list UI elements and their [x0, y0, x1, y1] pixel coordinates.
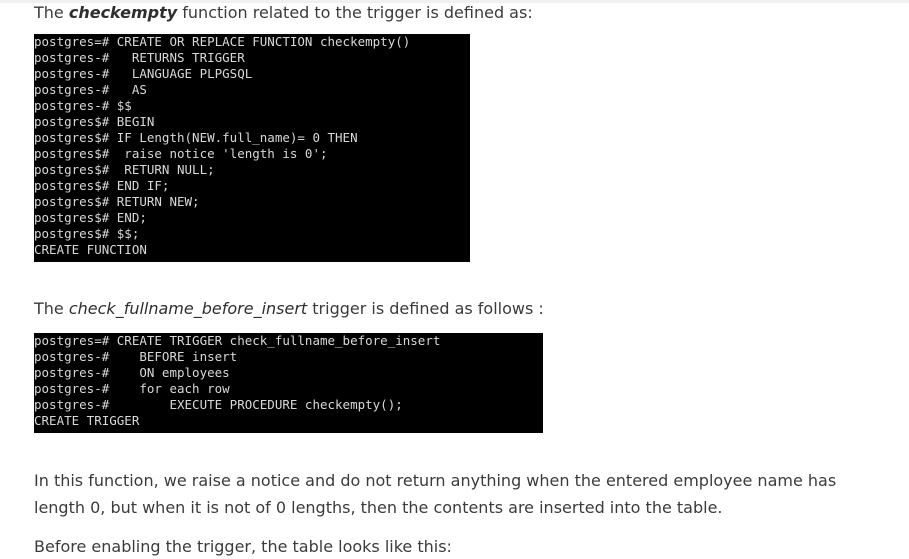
trigger-intro-prefix: The — [34, 299, 69, 318]
terminal-line: postgres-# EXECUTE PROCEDURE checkempty(… — [34, 397, 403, 412]
terminal-line: postgres-# LANGUAGE PLPGSQL — [34, 66, 253, 81]
terminal-line: postgres$# raise notice 'length is 0'; — [34, 146, 328, 161]
terminal-line: postgres$# END IF; — [34, 178, 170, 193]
terminal-line: postgres$# $$; — [34, 226, 140, 241]
terminal-line: CREATE TRIGGER — [34, 413, 140, 428]
trigger-name: check_fullname_before_insert — [68, 299, 308, 318]
terminal-line: postgres$# BEGIN — [34, 114, 155, 129]
terminal-line: postgres$# RETURN NULL; — [34, 162, 215, 177]
terminal-line: postgres-# for each row — [34, 381, 230, 396]
terminal-line: postgres$# RETURN NEW; — [34, 194, 200, 209]
explanation-paragraph: In this function, we raise a notice and … — [34, 471, 837, 517]
function-intro-prefix: The — [34, 3, 69, 22]
terminal-line: postgres-# $$ — [34, 98, 132, 113]
trigger-intro: The check_fullname_before_insert trigger… — [34, 300, 544, 318]
terminal-line: postgres-# RETURNS TRIGGER — [34, 50, 245, 65]
terminal-line: postgres-# ON employees — [34, 365, 230, 380]
function-terminal-screenshot: postgres=# CREATE OR REPLACE FUNCTION ch… — [34, 34, 470, 262]
terminal-line: postgres$# IF Length(NEW.full_name)= 0 T… — [34, 130, 358, 145]
terminal-line: CREATE FUNCTION — [34, 242, 147, 257]
function-name: checkempty — [68, 3, 178, 22]
before-enabling-paragraph: Before enabling the trigger, the table l… — [34, 537, 452, 556]
function-intro-suffix: function related to the trigger is defin… — [177, 3, 533, 22]
function-intro: The checkempty function related to the t… — [34, 4, 533, 22]
trigger-terminal-screenshot: postgres=# CREATE TRIGGER check_fullname… — [34, 333, 543, 433]
terminal-line: postgres-# AS — [34, 82, 147, 97]
terminal-line: postgres-# BEFORE insert — [34, 349, 238, 364]
terminal-line: postgres$# END; — [34, 210, 147, 225]
terminal-line: postgres=# CREATE TRIGGER check_fullname… — [34, 333, 441, 348]
trigger-intro-suffix: trigger is defined as follows : — [307, 299, 544, 318]
terminal-line: postgres=# CREATE OR REPLACE FUNCTION ch… — [34, 34, 411, 49]
